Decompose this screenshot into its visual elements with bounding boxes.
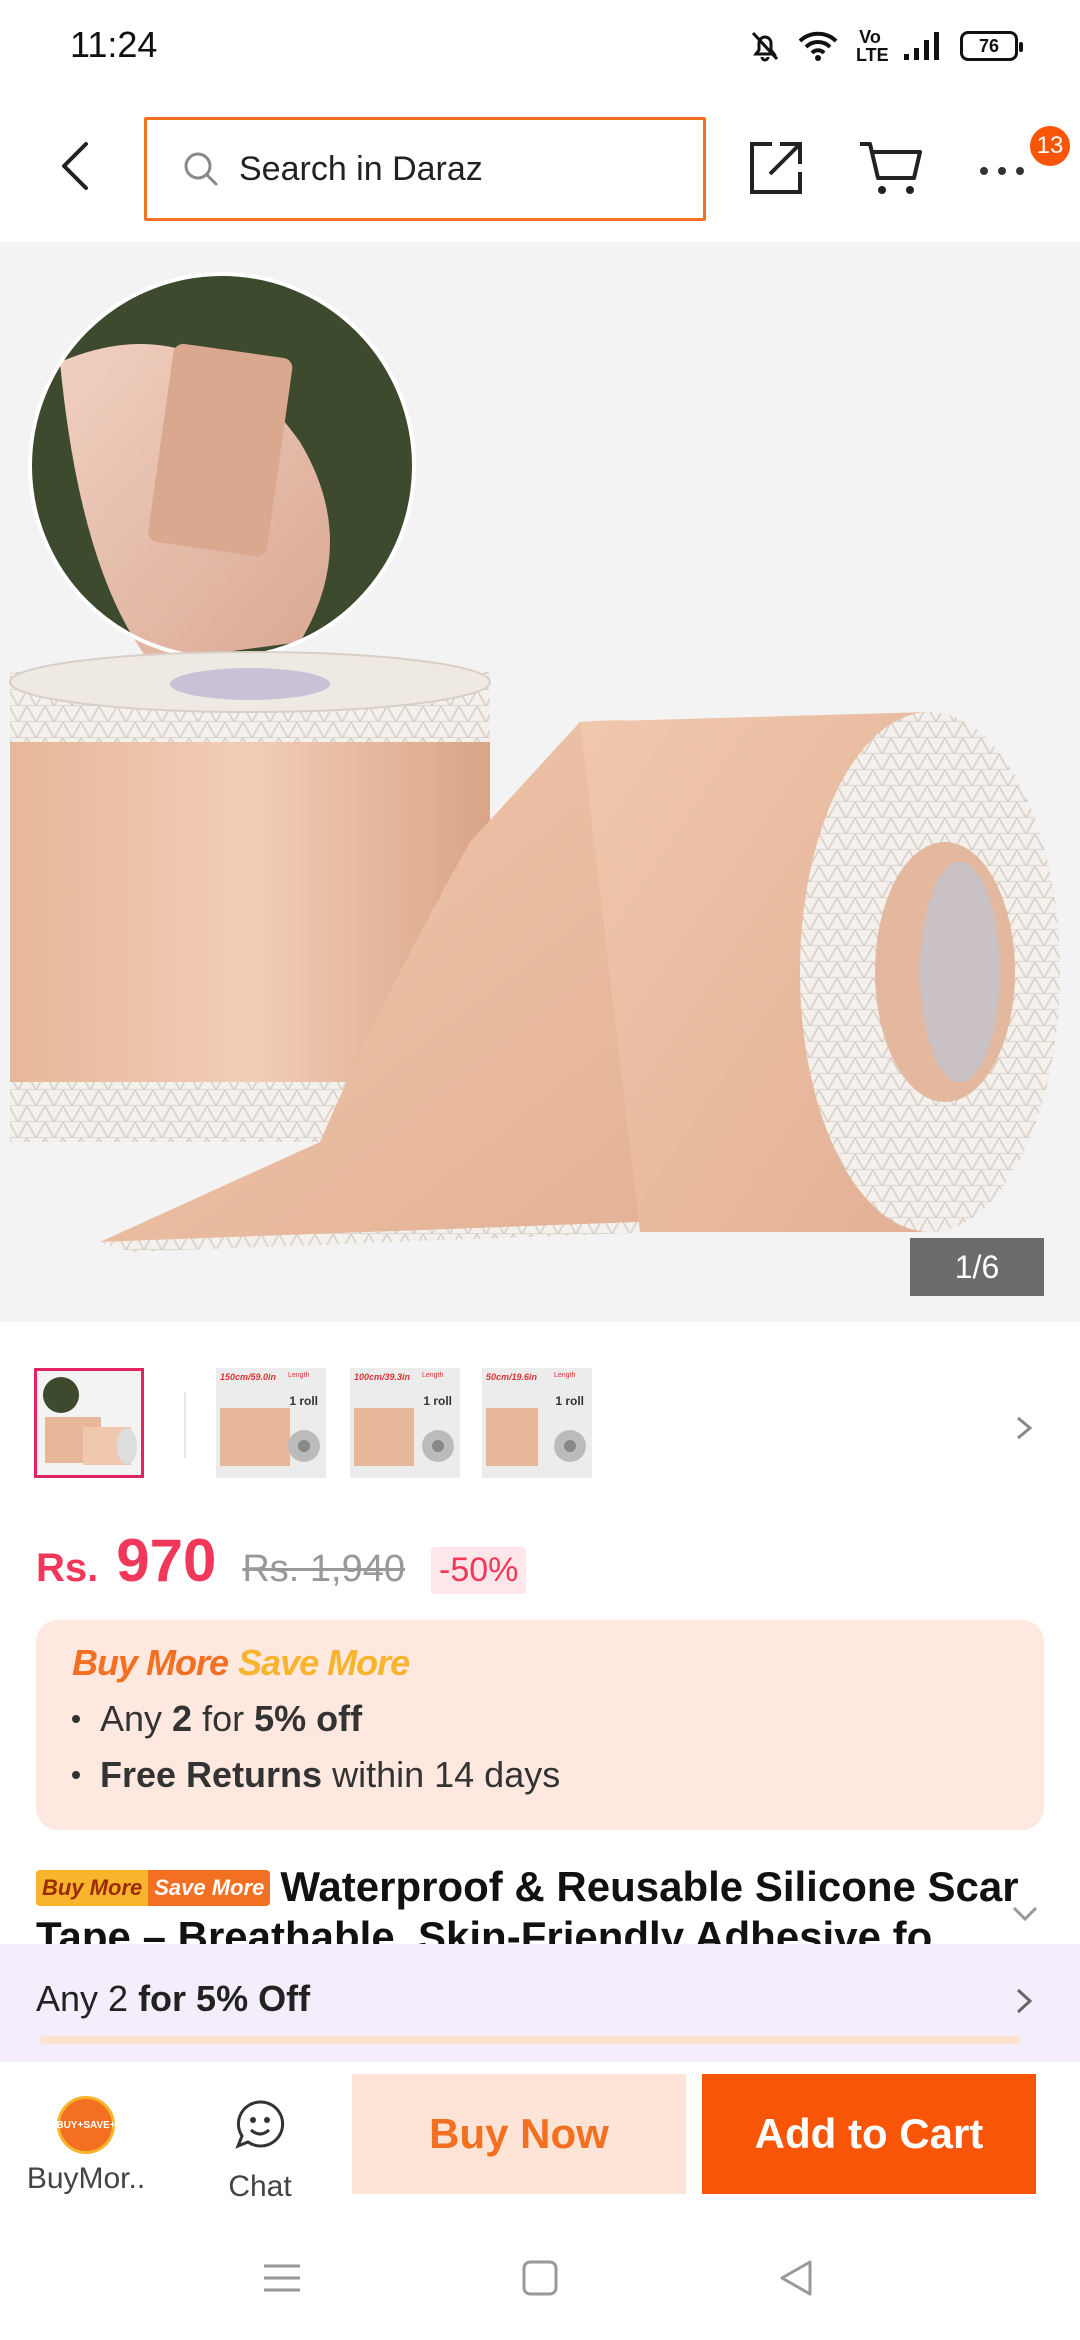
- product-image-gallery[interactable]: 1/6: [0, 242, 1080, 1322]
- status-icons: Vo LTE 76: [750, 27, 1023, 65]
- promo-line-quantity-discount: Any 2 for 5% off: [72, 1698, 1008, 1740]
- volte-icon: Vo LTE: [856, 27, 889, 65]
- price-row: Rs. 970 Rs. 1,940 -50%: [36, 1526, 527, 1598]
- home-icon[interactable]: [520, 2258, 560, 2298]
- status-time: 11:24: [70, 24, 158, 65]
- thumbnail-strip: 150cm/59.0in Length 1 roll 100cm/39.3in …: [0, 1322, 1080, 1522]
- discount-badge: -50%: [431, 1547, 527, 1594]
- price-original: Rs. 1,940: [242, 1548, 406, 1590]
- thumbnail-3[interactable]: 100cm/39.3in Length 1 roll: [350, 1368, 460, 1478]
- price-current: 970: [116, 1527, 217, 1594]
- back-arrow-icon[interactable]: [48, 136, 108, 196]
- wifi-icon: [798, 31, 838, 61]
- thumbnail-2[interactable]: 150cm/59.0in Length 1 roll: [216, 1368, 326, 1478]
- thumbnail-1[interactable]: [34, 1368, 144, 1478]
- back-triangle-icon[interactable]: [776, 2258, 816, 2298]
- buy-more-save-more-tag: Buy More Save More: [36, 1870, 271, 1906]
- buy-now-button[interactable]: Buy Now: [352, 2074, 686, 2194]
- bundle-offer-text: Any 2 for 5% Off: [36, 1978, 311, 2019]
- image-counter: 1/6: [910, 1238, 1044, 1296]
- search-input[interactable]: Search in Daraz: [144, 117, 706, 221]
- promo-line-free-returns: Free Returns within 14 days: [72, 1754, 1008, 1796]
- header: Search in Daraz 13: [0, 96, 1080, 242]
- buy-more-save-more-icon: BUY+ SAVE+: [56, 2096, 116, 2154]
- cart-badge: 13: [1030, 126, 1070, 166]
- promo-card[interactable]: Buy More Save More Any 2 for 5% off Free …: [36, 1620, 1044, 1830]
- buymore-button[interactable]: BUY+ SAVE+ BuyMor..: [26, 2096, 146, 2196]
- add-to-cart-button[interactable]: Add to Cart: [702, 2074, 1036, 2194]
- bottom-action-bar: BUY+ SAVE+ BuyMor.. Chat Buy Now Add to C…: [0, 2062, 1080, 2220]
- chat-button[interactable]: Chat: [200, 2096, 320, 2204]
- menu-icon[interactable]: [262, 2258, 302, 2298]
- more-button[interactable]: [980, 156, 1040, 186]
- chevron-right-icon: [1016, 1988, 1033, 2014]
- search-placeholder: Search in Daraz: [239, 149, 483, 188]
- promo-title-part2: Save More: [238, 1642, 410, 1683]
- promo-title: Buy More Save More: [72, 1642, 1008, 1684]
- mute-bell-icon: [751, 31, 779, 62]
- cart-icon[interactable]: [858, 138, 924, 198]
- chevron-right-icon[interactable]: [1012, 1414, 1036, 1442]
- chevron-down-icon[interactable]: [1010, 1904, 1040, 1924]
- price-currency: Rs.: [36, 1546, 99, 1590]
- chat-icon: [235, 2100, 285, 2149]
- thumbnail-image: [486, 1408, 586, 1466]
- battery-icon: 76: [960, 31, 1023, 61]
- product-title: Buy More Save More Waterproof & Reusable S…: [36, 1862, 1036, 1944]
- thumbnail-image: [37, 1371, 141, 1475]
- share-icon[interactable]: [746, 138, 806, 198]
- signal-icon: [904, 32, 939, 60]
- bundle-progress-bar: [40, 2036, 1020, 2044]
- buymore-label: BuyMor..: [26, 2162, 146, 2195]
- status-bar: 11:24 Vo LTE 76: [0, 0, 1080, 96]
- search-icon: [184, 152, 218, 186]
- more-icon: [980, 167, 988, 175]
- thumbnail-4[interactable]: 50cm/19.6in Length 1 roll: [482, 1368, 592, 1478]
- system-nav-bar: [0, 2220, 1080, 2340]
- product-image: [0, 242, 1080, 1322]
- thumbnail-image: [220, 1408, 320, 1466]
- promo-title-part1: Buy More: [72, 1642, 229, 1683]
- thumbnail-image: [354, 1408, 454, 1466]
- bundle-offer-bar[interactable]: Any 2 for 5% Off: [0, 1944, 1080, 2062]
- chat-label: Chat: [228, 2170, 292, 2203]
- thumbnail-divider: [184, 1392, 186, 1458]
